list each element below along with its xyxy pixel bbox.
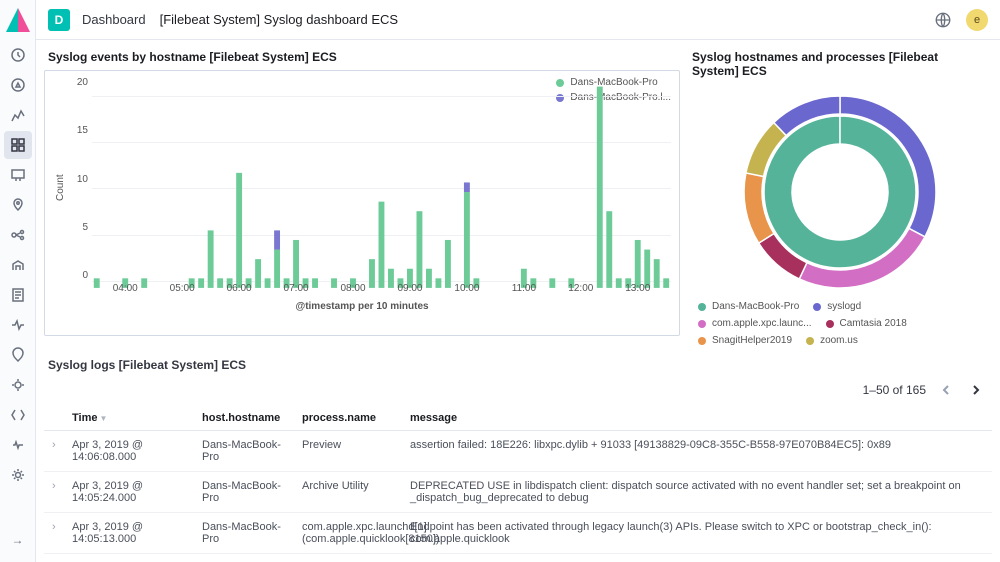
table-row[interactable]: › Apr 3, 2019 @ 14:05:13.000Dans-MacBook-… <box>44 513 992 554</box>
nav-discover-icon[interactable] <box>4 71 32 99</box>
nav-logs-icon[interactable] <box>4 281 32 309</box>
header: D Dashboard [Filebeat System] Syslog das… <box>36 0 1000 40</box>
cell-message: Endpoint has been activated through lega… <box>402 513 992 554</box>
sidebar: → <box>0 0 36 562</box>
table-row[interactable]: › Apr 3, 2019 @ 14:06:08.000Dans-MacBook-… <box>44 431 992 472</box>
cell-process: Archive Utility <box>294 472 402 513</box>
cell-process: com.apple.xpc.launchd[1] (com.apple.quic… <box>294 513 402 554</box>
nav-dashboard-icon[interactable] <box>4 131 32 159</box>
user-avatar[interactable]: e <box>966 9 988 31</box>
cell-time: Apr 3, 2019 @ 14:05:13.000 <box>64 513 194 554</box>
newsfeed-icon[interactable] <box>934 11 952 29</box>
kibana-logo[interactable] <box>6 8 30 32</box>
col-header-process[interactable]: process.name <box>294 406 402 431</box>
cell-time: Apr 3, 2019 @ 14:05:24.000 <box>64 472 194 513</box>
bar-chart-xlabel: @timestamp per 10 minutes <box>53 301 671 312</box>
logs-table: Time▼ host.hostname process.name message… <box>44 406 992 562</box>
cell-time: Apr 3, 2019 @ 14:03:36.000 <box>64 554 194 562</box>
breadcrumb-current: [Filebeat System] Syslog dashboard ECS <box>160 12 398 27</box>
col-header-host[interactable]: host.hostname <box>194 406 294 431</box>
expand-row-icon[interactable]: › <box>52 480 56 492</box>
nav-management-icon[interactable] <box>4 461 32 489</box>
nav-maps-icon[interactable] <box>4 191 32 219</box>
breadcrumb-root[interactable]: Dashboard <box>82 12 146 27</box>
donut-chart-legend: Dans-MacBook-Prosyslogdcom.apple.xpc.lau… <box>688 299 992 350</box>
cell-host: Dans-MacBook-Pro <box>194 513 294 554</box>
cell-host: Dans-MacBook-Pro <box>194 554 294 562</box>
app-badge[interactable]: D <box>48 9 70 31</box>
panel-syslog-logs: Syslog logs [Filebeat System] ECS 1–50 o… <box>44 356 992 562</box>
col-header-message[interactable]: message <box>402 406 992 431</box>
bar-chart-yticks: 20151050 <box>68 77 92 281</box>
bar-chart-xticks: 04:0005:0006:0007:0008:0009:0010:0011:00… <box>92 283 671 299</box>
page-next-button[interactable] <box>966 380 986 400</box>
expand-row-icon[interactable]: › <box>52 521 56 533</box>
cell-message: ASL Sender Statistics <box>402 554 992 562</box>
bar-chart-ylabel: Count <box>53 77 68 299</box>
nav-siem-icon[interactable] <box>4 371 32 399</box>
panel-title: Syslog events by hostname [Filebeat Syst… <box>44 48 680 70</box>
donut-chart <box>740 92 940 292</box>
page-prev-button[interactable] <box>936 380 956 400</box>
nav-apm-icon[interactable] <box>4 311 32 339</box>
cell-host: Dans-MacBook-Pro <box>194 431 294 472</box>
cell-message: assertion failed: 18E226: libxpc.dylib +… <box>402 431 992 472</box>
nav-devtools-icon[interactable] <box>4 401 32 429</box>
panel-title: Syslog logs [Filebeat System] ECS <box>44 356 992 380</box>
nav-canvas-icon[interactable] <box>4 161 32 189</box>
cell-process: syslogd <box>294 554 402 562</box>
breadcrumb: Dashboard [Filebeat System] Syslog dashb… <box>82 12 398 27</box>
cell-time: Apr 3, 2019 @ 14:06:08.000 <box>64 431 194 472</box>
table-row[interactable]: › Apr 3, 2019 @ 14:05:24.000Dans-MacBook-… <box>44 472 992 513</box>
panel-syslog-hostnames: Syslog hostnames and processes [Filebeat… <box>688 48 992 350</box>
nav-uptime-icon[interactable] <box>4 341 32 369</box>
pagination-text: 1–50 of 165 <box>863 383 926 397</box>
cell-host: Dans-MacBook-Pro <box>194 472 294 513</box>
panel-syslog-events: Syslog events by hostname [Filebeat Syst… <box>44 48 680 350</box>
nav-infra-icon[interactable] <box>4 251 32 279</box>
bar-chart <box>92 77 671 288</box>
nav-recent-icon[interactable] <box>4 41 32 69</box>
nav-ml-icon[interactable] <box>4 221 32 249</box>
cell-process: Preview <box>294 431 402 472</box>
table-row[interactable]: ›Apr 3, 2019 @ 14:03:36.000Dans-MacBook-… <box>44 554 992 562</box>
cell-message: DEPRECATED USE in libdispatch client: di… <box>402 472 992 513</box>
nav-monitoring-icon[interactable] <box>4 431 32 459</box>
sidebar-collapse-button[interactable]: → <box>4 526 32 554</box>
nav-visualize-icon[interactable] <box>4 101 32 129</box>
expand-row-icon[interactable]: › <box>52 439 56 451</box>
col-header-time[interactable]: Time▼ <box>64 406 194 431</box>
panel-title: Syslog hostnames and processes [Filebeat… <box>688 48 992 84</box>
